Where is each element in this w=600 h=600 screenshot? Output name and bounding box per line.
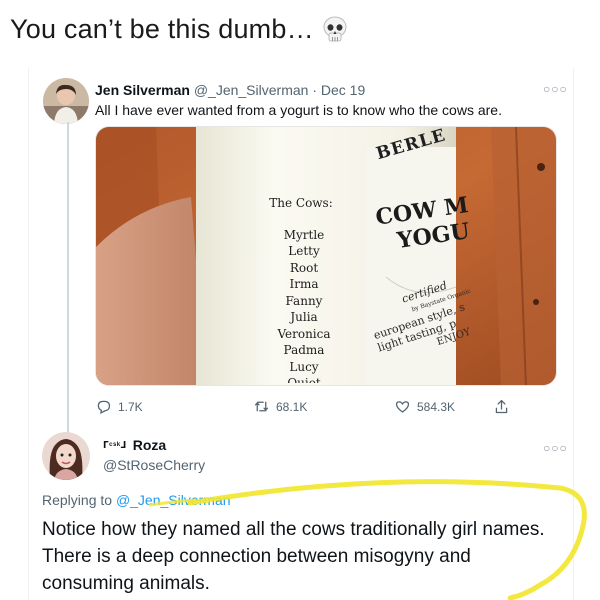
meme-caption: You can’t be this dumb… xyxy=(10,14,350,45)
reply-action[interactable]: 1.7K xyxy=(95,398,143,415)
reply-name: Roza xyxy=(132,437,167,453)
author-handle-date[interactable]: @_Jen_Silverman · Dec 19 xyxy=(194,82,365,98)
replying-prefix: Replying to xyxy=(42,492,113,508)
cow-name: Lucy xyxy=(289,359,319,374)
reply-author-name[interactable]: ᒥᶜˢᵏᒧ Roza xyxy=(103,437,166,453)
tweet-thread-card: Jen Silverman @_Jen_Silverman · Dec 19 ○… xyxy=(28,68,574,600)
original-tweet-text: All I have ever wanted from a yogurt is … xyxy=(95,102,502,118)
reply-count: 1.7K xyxy=(118,399,143,414)
cow-name: Veronica xyxy=(277,326,331,341)
reply-tweet-text: Notice how they named all the cows tradi… xyxy=(42,519,545,594)
more-options-icon[interactable]: ○○○ xyxy=(543,441,568,455)
cow-name: Quiet xyxy=(287,376,321,383)
tweet-action-bar: 1.7K 68.1K 584.3K xyxy=(89,398,509,418)
reply-icon xyxy=(97,400,111,415)
share-icon xyxy=(495,399,508,414)
roza-avatar[interactable] xyxy=(42,432,90,480)
cow-name: Padma xyxy=(283,343,325,357)
jen-avatar[interactable] xyxy=(43,78,89,124)
cow-name: Fanny xyxy=(285,293,323,308)
retweet-icon xyxy=(254,401,269,412)
cows-list: The Cows: Myrtle Letty Root Irma Fanny J… xyxy=(264,195,344,383)
yogurt-photo[interactable]: The Cows: Myrtle Letty Root Irma Fanny J… xyxy=(95,126,557,386)
retweet-count: 68.1K xyxy=(276,399,308,414)
author-name[interactable]: Jen Silverman xyxy=(95,82,190,98)
share-action[interactable] xyxy=(493,398,510,415)
like-action[interactable]: 584.3K xyxy=(394,398,455,415)
like-count: 584.3K xyxy=(417,399,456,414)
cow-name: Root xyxy=(289,260,319,275)
author-flair: ᒥᶜˢᵏᒧ xyxy=(103,439,127,450)
caption-text: You can’t be this dumb… xyxy=(10,14,314,44)
cow-name: Irma xyxy=(289,277,319,291)
reply-author-handle[interactable]: @StRoseCherry xyxy=(103,457,205,473)
thread-connector-line xyxy=(67,122,69,472)
heart-icon xyxy=(395,401,410,413)
replying-to-handle-link[interactable]: @_Jen_Silverman xyxy=(116,492,231,508)
more-options-icon[interactable]: ○○○ xyxy=(543,82,568,96)
skull-icon xyxy=(323,16,347,41)
cow-name: Myrtle xyxy=(283,227,325,242)
cows-heading: The Cows: xyxy=(269,196,333,210)
retweet-action[interactable]: 68.1K xyxy=(253,398,307,415)
cow-name: Julia xyxy=(290,310,318,324)
original-tweet-header: Jen Silverman @_Jen_Silverman · Dec 19 xyxy=(95,82,365,98)
replying-to-line: Replying to @_Jen_Silverman xyxy=(42,492,231,508)
cow-name: Letty xyxy=(288,244,320,258)
